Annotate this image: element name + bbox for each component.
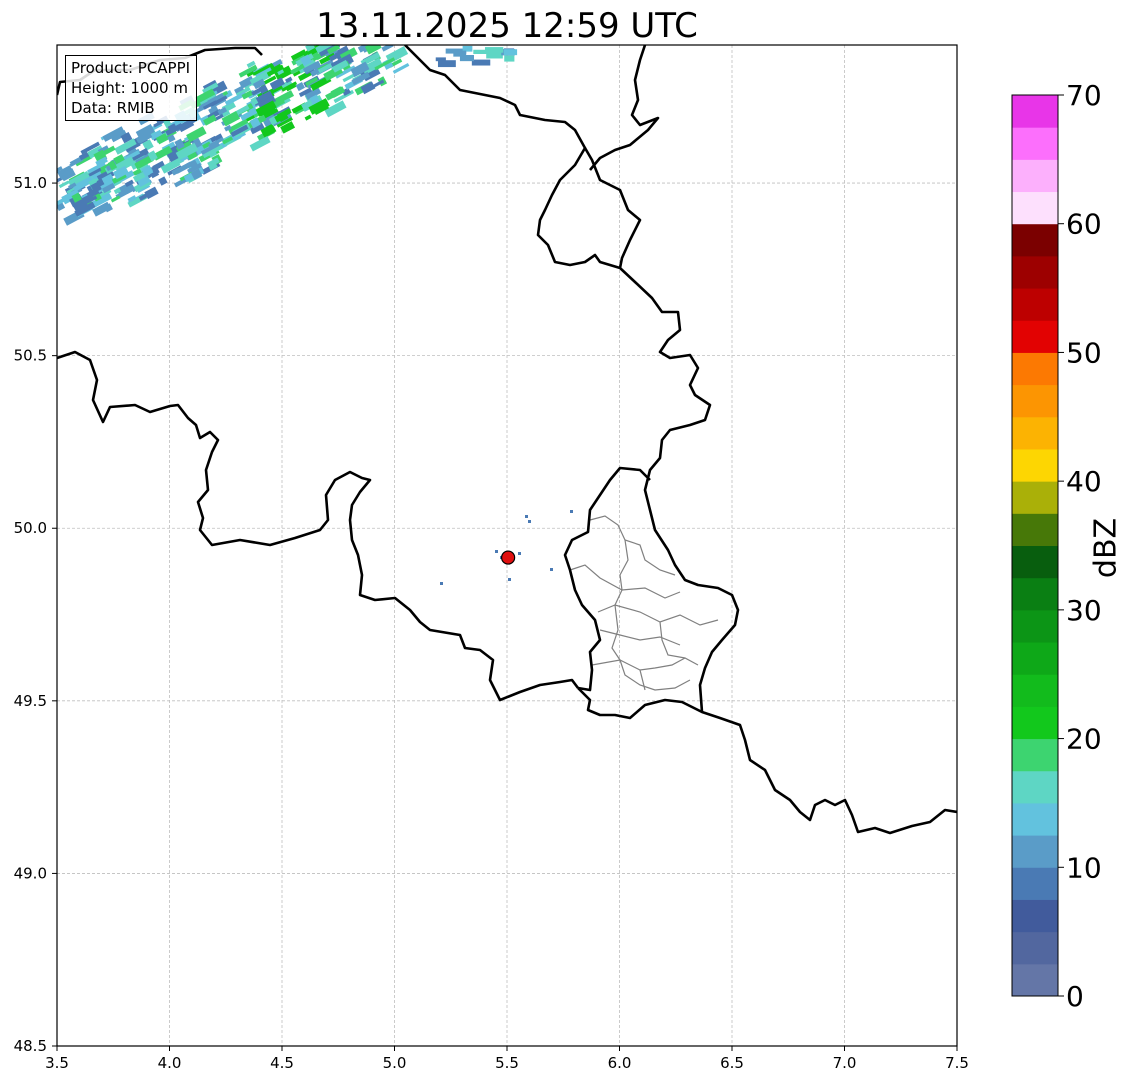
colorbar-tick-label: 50 bbox=[1066, 336, 1102, 369]
height-label: Height: 1000 m bbox=[71, 79, 188, 97]
colorbar-segment bbox=[1012, 191, 1058, 225]
colorbar-tick-label: 70 bbox=[1066, 79, 1102, 112]
colorbar-tick-label: 60 bbox=[1066, 208, 1102, 241]
colorbar-segment bbox=[1012, 352, 1058, 386]
product-label: Product: PCAPPI bbox=[71, 59, 191, 77]
x-tick-label: 3.5 bbox=[45, 1054, 69, 1072]
echo-cell bbox=[440, 582, 443, 585]
colorbar-segment bbox=[1012, 545, 1058, 579]
echo-cell bbox=[486, 52, 503, 59]
colorbar-segment bbox=[1012, 481, 1058, 514]
colorbar-segment bbox=[1012, 577, 1058, 611]
colorbar-segment bbox=[1012, 674, 1058, 707]
colorbar-segment bbox=[1012, 931, 1058, 965]
echo-cell bbox=[495, 550, 498, 553]
echo-cell bbox=[550, 568, 553, 571]
colorbar-segment bbox=[1012, 867, 1058, 900]
colorbar-tick-label: 10 bbox=[1066, 851, 1102, 884]
x-axis-ticks: 3.5 4.0 4.5 5.0 5.5 6.0 6.5 7.0 7.5 bbox=[45, 1046, 969, 1072]
echo-cell bbox=[570, 510, 573, 513]
y-tick-label: 50.0 bbox=[14, 519, 47, 537]
colorbar-segment bbox=[1012, 963, 1058, 997]
x-tick-label: 6.0 bbox=[608, 1054, 632, 1072]
y-tick-label: 49.5 bbox=[14, 692, 47, 710]
x-tick-label: 4.0 bbox=[158, 1054, 182, 1072]
data-source-label: Data: RMIB bbox=[71, 99, 155, 117]
colorbar-segment bbox=[1012, 223, 1058, 257]
y-tick-label: 50.5 bbox=[14, 347, 47, 365]
colorbar-segment bbox=[1012, 255, 1058, 289]
colorbar-segment bbox=[1012, 127, 1058, 160]
colorbar-segment bbox=[1012, 738, 1058, 772]
echo-cell bbox=[525, 515, 528, 518]
echo-cell bbox=[484, 47, 504, 53]
echo-cell bbox=[471, 59, 491, 66]
echo-cell bbox=[435, 57, 446, 62]
colorbar-tick-label: 20 bbox=[1066, 723, 1102, 756]
echo-cell bbox=[508, 578, 511, 581]
colorbar-segment bbox=[1012, 448, 1058, 482]
echo-cell bbox=[504, 55, 515, 62]
colorbar-segment bbox=[1012, 802, 1058, 836]
x-tick-label: 5.5 bbox=[495, 1054, 519, 1072]
colorbar-segment bbox=[1012, 384, 1058, 418]
y-tick-label: 51.0 bbox=[14, 174, 47, 192]
colorbar-tick-label: 30 bbox=[1066, 594, 1102, 627]
colorbar-segment bbox=[1012, 95, 1058, 128]
colorbar bbox=[1011, 94, 1059, 997]
x-tick-label: 7.5 bbox=[945, 1054, 969, 1072]
colorbar-segment bbox=[1012, 770, 1058, 804]
radar-map[interactable]: 3.5 4.0 4.5 5.0 5.5 6.0 6.5 7.0 7.5 48.5 49.0 49.5… bbox=[0, 0, 1145, 1084]
colorbar-segment bbox=[1012, 159, 1058, 193]
echo-cell bbox=[518, 552, 521, 555]
radar-site-marker[interactable] bbox=[501, 550, 516, 565]
colorbar-tick-label: 0 bbox=[1066, 980, 1084, 1013]
x-tick-label: 5.0 bbox=[383, 1054, 407, 1072]
product-info-box: Product: PCAPPI Height: 1000 m Data: RMI… bbox=[65, 55, 198, 121]
colorbar-segment bbox=[1012, 899, 1058, 933]
colorbar-segment bbox=[1012, 609, 1058, 643]
colorbar-label: dBZ bbox=[1088, 517, 1124, 579]
colorbar-segment bbox=[1012, 642, 1058, 675]
y-tick-label: 48.5 bbox=[14, 1037, 47, 1055]
x-tick-label: 6.5 bbox=[720, 1054, 744, 1072]
colorbar-segment bbox=[1012, 706, 1058, 740]
colorbar-segment bbox=[1012, 416, 1058, 450]
colorbar-segment bbox=[1012, 320, 1058, 353]
colorbar-segment bbox=[1012, 513, 1058, 546]
echo-cell bbox=[528, 520, 531, 523]
x-tick-label: 7.0 bbox=[833, 1054, 857, 1072]
y-tick-label: 49.0 bbox=[14, 864, 47, 882]
colorbar-tick-label: 40 bbox=[1066, 465, 1102, 498]
colorbar-segment bbox=[1012, 288, 1058, 321]
echo-cell bbox=[503, 49, 518, 56]
echo-cell bbox=[437, 60, 456, 68]
y-axis-ticks: 48.5 49.0 49.5 50.0 50.5 51.0 bbox=[14, 174, 57, 1055]
echo-cell bbox=[459, 55, 474, 62]
x-tick-label: 4.5 bbox=[270, 1054, 294, 1072]
colorbar-segment bbox=[1012, 835, 1058, 868]
